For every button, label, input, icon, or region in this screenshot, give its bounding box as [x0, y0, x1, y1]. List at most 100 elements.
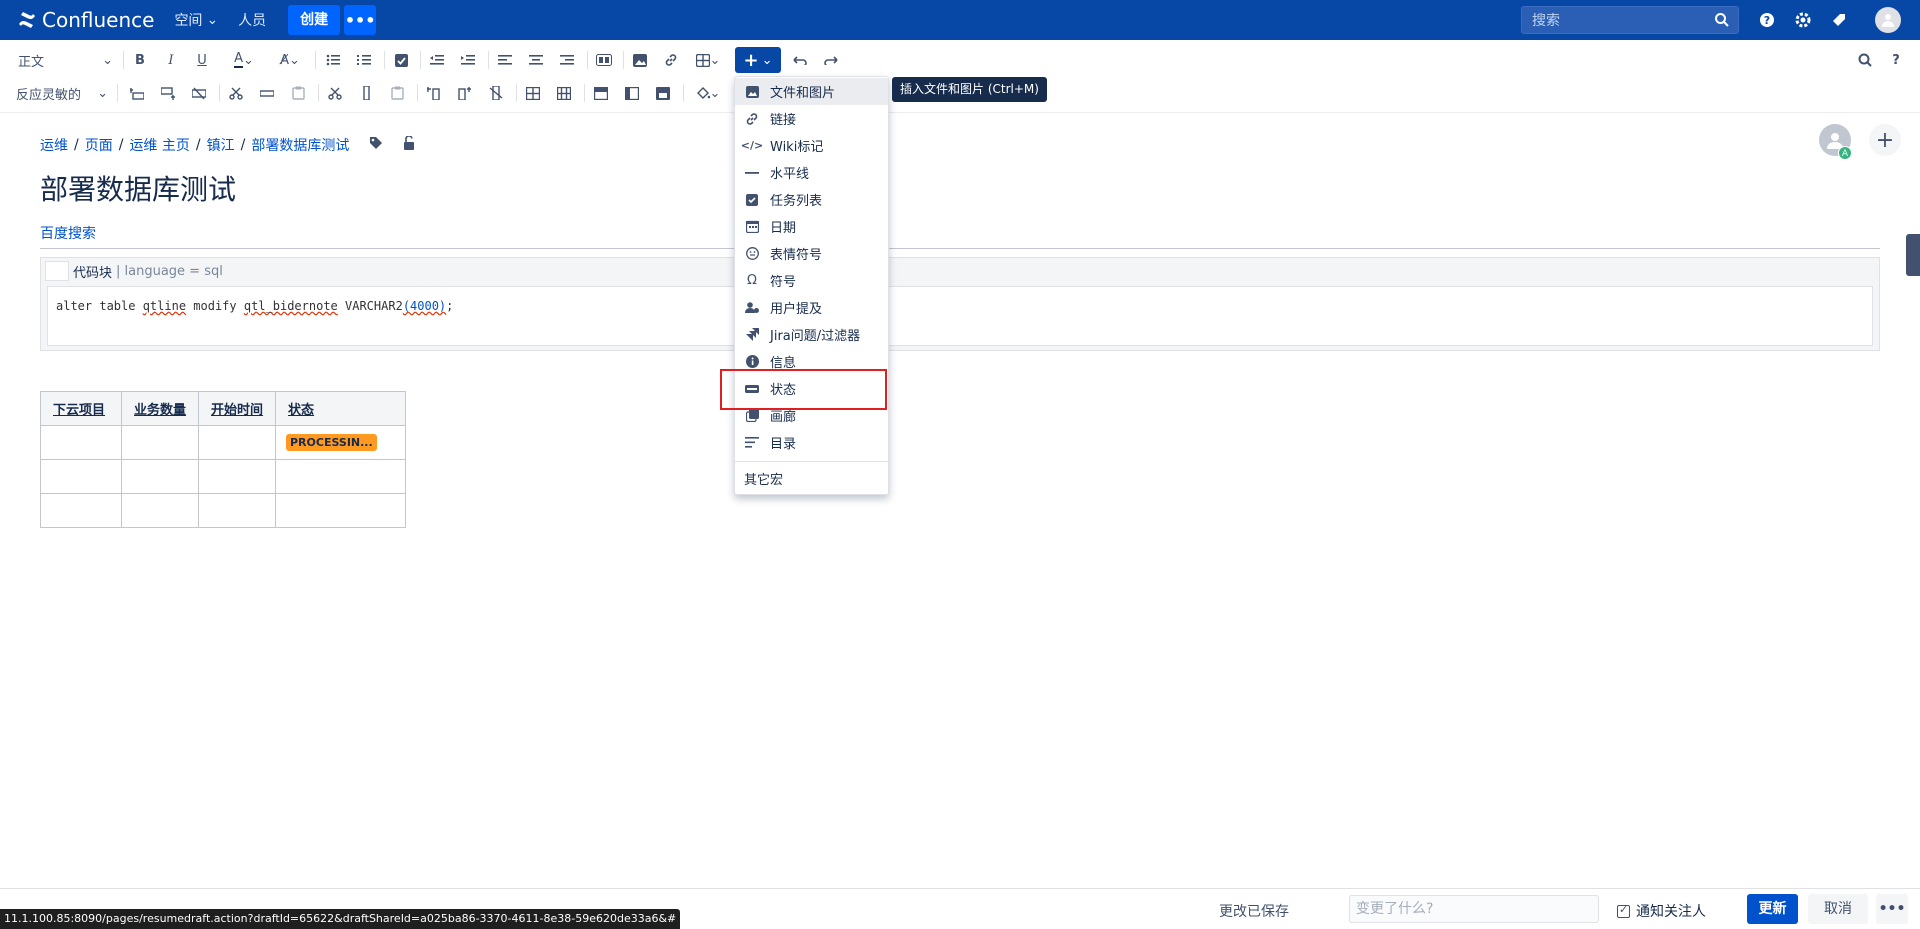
invite-collaborator-button[interactable]: +	[1869, 124, 1901, 156]
numbered-column-button[interactable]	[650, 80, 676, 106]
code-block-macro[interactable]: 代码块 | language = sql alter table qtline …	[40, 257, 1880, 351]
copy-column-button[interactable]	[353, 80, 379, 106]
find-replace-button[interactable]	[1852, 47, 1878, 73]
menu-item-symbol[interactable]: Ω 符号	[735, 267, 888, 294]
menu-item-toc[interactable]: 目录	[735, 429, 888, 456]
table-cell[interactable]	[121, 459, 199, 494]
menu-item-date[interactable]: 日期	[735, 213, 888, 240]
menu-item-jira[interactable]: Jira问题/过滤器	[735, 321, 888, 348]
merge-cells-button[interactable]	[520, 80, 546, 106]
keyboard-help-button[interactable]: ?	[1883, 47, 1909, 73]
menu-item-emoticons[interactable]: 表情符号	[735, 240, 888, 267]
insert-row-above-button[interactable]	[124, 80, 150, 106]
bold-button[interactable]: B	[127, 47, 153, 73]
table-cell[interactable]	[275, 493, 406, 528]
insert-table-button[interactable]: ⌄	[690, 47, 726, 73]
paste-row-button[interactable]	[285, 80, 311, 106]
table-header-cell[interactable]: 业务数量	[121, 391, 199, 426]
table-header-cell[interactable]: 开始时间	[198, 391, 276, 426]
numbered-list-button[interactable]	[351, 47, 377, 73]
align-right-button[interactable]	[554, 47, 580, 73]
breadcrumb-item[interactable]: 运维 主页	[129, 135, 189, 155]
outdent-button[interactable]	[424, 47, 450, 73]
align-center-button[interactable]	[523, 47, 549, 73]
cell-color-button[interactable]: ⌄	[688, 80, 728, 106]
task-list-button[interactable]	[388, 47, 414, 73]
delete-row-button[interactable]	[186, 80, 212, 106]
create-more-button[interactable]: •••	[344, 5, 377, 35]
breadcrumb-item[interactable]: 部署数据库测试	[251, 135, 349, 155]
menu-item-task-list[interactable]: 任务列表	[735, 186, 888, 213]
table-cell[interactable]	[40, 459, 122, 494]
insert-link-button[interactable]	[658, 47, 684, 73]
breadcrumb-item[interactable]: 镇江	[207, 135, 235, 155]
indent-button[interactable]	[455, 47, 481, 73]
notifications-icon[interactable]	[1828, 9, 1850, 31]
table-header-cell[interactable]: 状态	[275, 391, 406, 426]
table-cell[interactable]	[198, 493, 276, 528]
header-row-button[interactable]	[588, 80, 614, 106]
spaces-menu[interactable]: 空间 ⌄	[174, 10, 218, 30]
create-button[interactable]: 创建	[288, 5, 341, 35]
people-link[interactable]: 人员	[238, 10, 266, 30]
cut-row-button[interactable]	[223, 80, 249, 106]
menu-item-link[interactable]: 链接	[735, 105, 888, 132]
table-cell[interactable]	[40, 493, 122, 528]
insert-image-button[interactable]	[627, 47, 653, 73]
help-icon[interactable]: ?	[1756, 9, 1778, 31]
menu-item-horizontal-rule[interactable]: 水平线	[735, 159, 888, 186]
user-avatar-icon[interactable]	[1875, 7, 1901, 33]
align-left-button[interactable]	[492, 47, 518, 73]
confluence-logo[interactable]: Confluence	[18, 8, 154, 32]
cancel-button[interactable]: 取消	[1808, 894, 1868, 924]
status-badge[interactable]: PROCESSIN...	[286, 434, 377, 451]
more-formatting-button[interactable]: A̸ ⌄	[272, 47, 308, 73]
table-cell[interactable]	[121, 493, 199, 528]
insert-row-below-button[interactable]	[155, 80, 181, 106]
browser-status-url: 11.1.100.85:8090/pages/resumedraft.actio…	[0, 909, 681, 929]
settings-gear-icon[interactable]	[1792, 9, 1814, 31]
menu-item-wiki-markup[interactable]: </> Wiki标记	[735, 132, 888, 159]
split-cells-button[interactable]	[551, 80, 577, 106]
side-panel-handle[interactable]	[1906, 234, 1920, 276]
delete-column-button[interactable]	[483, 80, 509, 106]
redo-button[interactable]	[818, 47, 844, 73]
menu-item-other-macros[interactable]: 其它宏	[735, 465, 888, 492]
cut-column-button[interactable]	[322, 80, 348, 106]
baidu-search-link[interactable]: 百度搜索	[40, 223, 96, 243]
table-cell[interactable]	[198, 459, 276, 494]
header-column-button[interactable]	[619, 80, 645, 106]
more-options-button[interactable]: •••	[1876, 894, 1908, 924]
update-button[interactable]: 更新	[1747, 894, 1798, 924]
breadcrumb-item[interactable]: 运维	[40, 135, 68, 155]
responsive-layout-dropdown[interactable]: 反应灵敏的 ⌄	[16, 80, 108, 106]
search-input[interactable]: 搜索	[1521, 6, 1739, 34]
insert-column-after-button[interactable]	[452, 80, 478, 106]
label-tag-icon[interactable]	[369, 136, 383, 154]
insert-column-before-button[interactable]	[421, 80, 447, 106]
undo-button[interactable]	[787, 47, 813, 73]
italic-button[interactable]: I	[158, 47, 184, 73]
unlock-icon[interactable]	[403, 135, 415, 154]
table-cell[interactable]	[275, 459, 406, 494]
paste-column-button[interactable]	[384, 80, 410, 106]
bullet-list-button[interactable]	[320, 47, 346, 73]
paragraph-style-dropdown[interactable]: 正文 ⌄	[18, 47, 113, 73]
insert-more-button[interactable]: + ⌄	[735, 47, 781, 73]
change-comment-input[interactable]: 变更了什么?	[1349, 895, 1599, 923]
table-cell[interactable]	[121, 425, 199, 460]
underline-button[interactable]: U	[189, 47, 215, 73]
copy-row-button[interactable]	[254, 80, 280, 106]
text-color-button[interactable]: A ⌄	[226, 47, 262, 73]
page-layout-button[interactable]	[591, 47, 617, 73]
page-title[interactable]: 部署数据库测试	[40, 168, 236, 208]
table-header-cell[interactable]: 下云项目	[40, 391, 122, 426]
menu-item-user-mention[interactable]: 用户提及	[735, 294, 888, 321]
notify-watchers-checkbox[interactable]: 通知关注人	[1617, 901, 1706, 921]
table-cell[interactable]	[40, 425, 122, 460]
breadcrumb-item[interactable]: 页面	[85, 135, 113, 155]
table-cell[interactable]	[198, 425, 276, 460]
code-block-body[interactable]: alter table qtline modify qtl_bidernote …	[47, 286, 1873, 346]
table-cell[interactable]: PROCESSIN...	[275, 425, 406, 460]
menu-item-files-images[interactable]: 文件和图片	[735, 78, 888, 105]
